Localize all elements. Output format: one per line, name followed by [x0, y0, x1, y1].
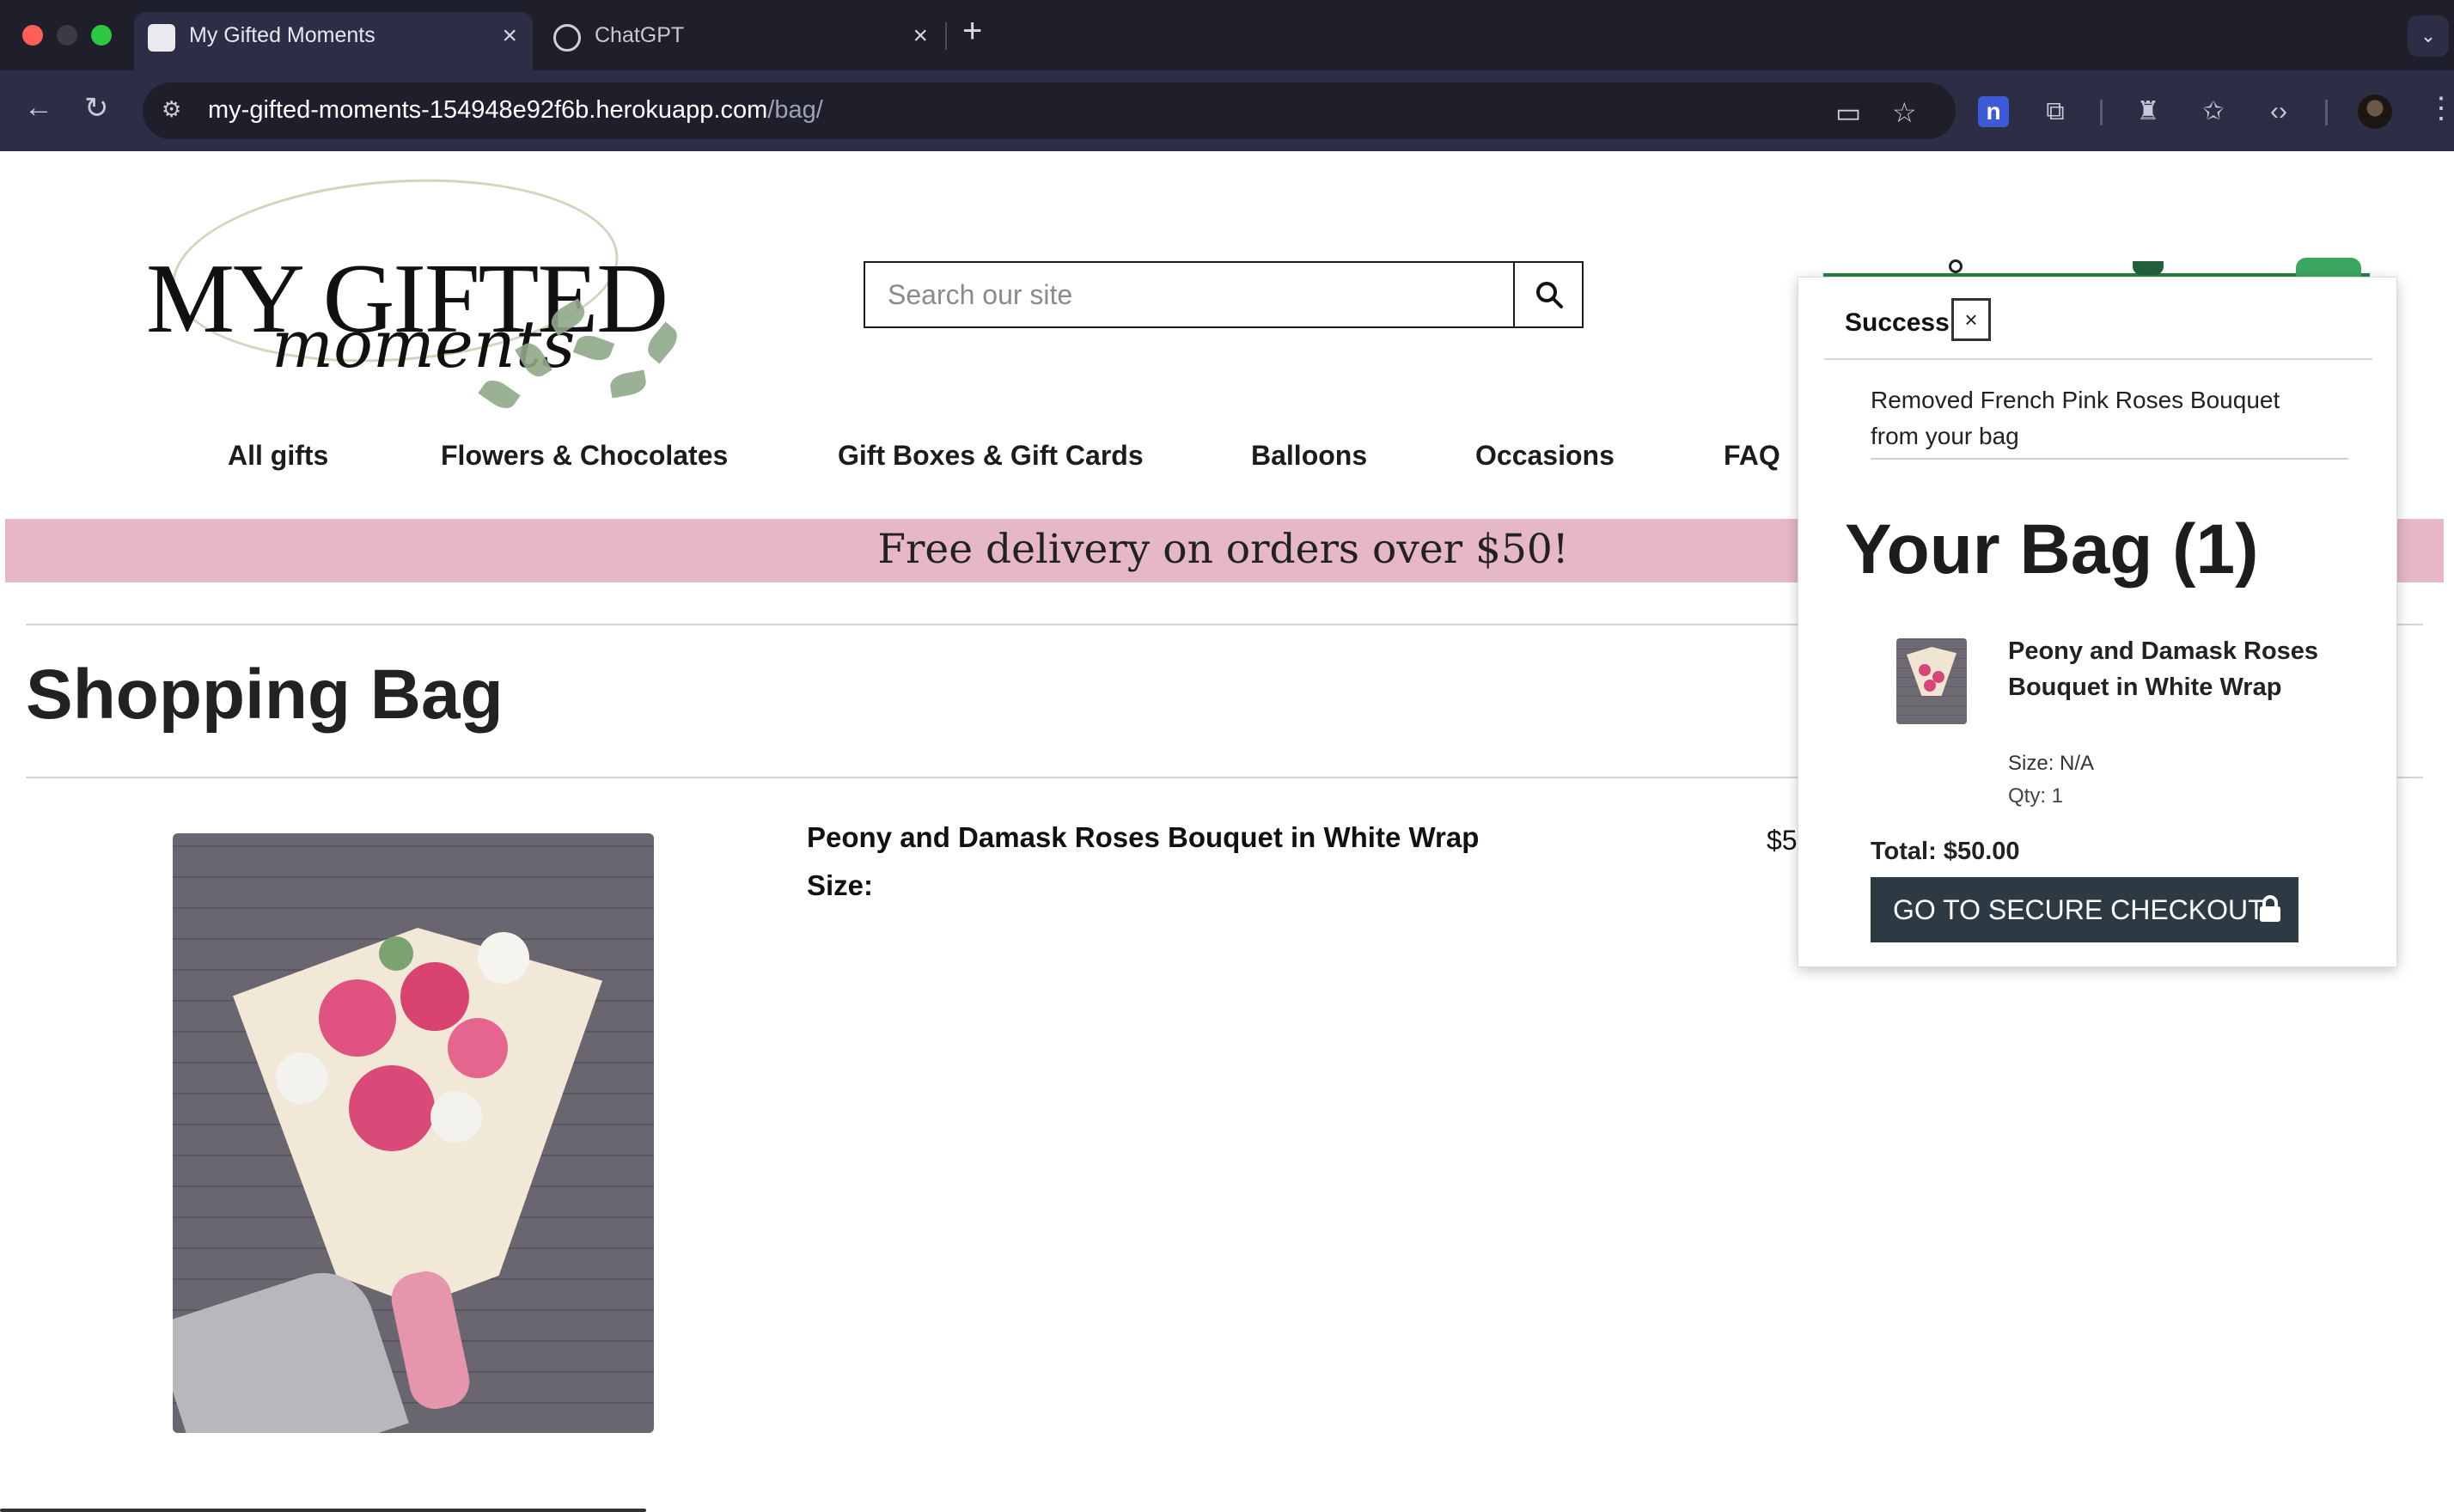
bouquet-flower — [448, 1018, 508, 1078]
bag-icon[interactable] — [2133, 261, 2164, 275]
site-favicon-icon — [148, 24, 175, 52]
header-bag-tab — [2296, 258, 2361, 278]
toast-divider — [1824, 358, 2372, 360]
toast-item-name: Peony and Damask Roses Bouquet in White … — [2008, 637, 2319, 701]
toast-divider — [1871, 458, 2348, 460]
page-title: Shopping Bag — [26, 655, 504, 734]
bouquet-flower — [400, 962, 469, 1031]
search-input[interactable] — [865, 263, 1515, 326]
reload-icon[interactable]: ↻ — [84, 91, 109, 125]
toast-close-button[interactable]: × — [1951, 298, 1991, 341]
account-icon[interactable] — [1949, 259, 1963, 273]
tab-close-icon[interactable]: × — [502, 21, 517, 51]
bouquet-leaf — [379, 936, 413, 971]
tab-title: ChatGPT — [595, 23, 685, 47]
toast-item-qty: Qty: 1 — [2008, 784, 2064, 808]
success-toast: Success! × Removed French Pink Roses Bou… — [1798, 277, 2397, 967]
main-nav: All gifts Flowers & Chocolates Gift Boxe… — [0, 440, 1804, 491]
search-icon — [1536, 282, 1563, 308]
toast-title: Success! — [1845, 308, 1958, 337]
profile-avatar[interactable] — [2358, 94, 2392, 129]
site-logo[interactable]: MY GIFTED moments — [146, 165, 696, 426]
bouquet-flower — [430, 1091, 482, 1143]
nav-occasions[interactable]: Occasions — [1475, 440, 1615, 472]
site-info-icon[interactable]: ⚙ — [162, 96, 187, 122]
page-content: MY GIFTED moments All gifts Flowers & Ch… — [0, 151, 2454, 1512]
lock-icon — [2257, 894, 2283, 930]
toolbar-separator — [2100, 100, 2103, 125]
tab-chatgpt[interactable]: ChatGPT × — [540, 12, 943, 70]
bag-item-name[interactable]: Peony and Damask Roses Bouquet in White … — [807, 821, 1479, 854]
secure-checkout-button[interactable]: GO TO SECURE CHECKOUT — [1871, 877, 2298, 942]
tab-title: My Gifted Moments — [189, 23, 375, 47]
window-close-button[interactable] — [22, 25, 43, 46]
nav-balloons[interactable]: Balloons — [1251, 440, 1367, 472]
back-icon[interactable]: ← — [24, 91, 53, 125]
nav-faq[interactable]: FAQ — [1724, 440, 1780, 472]
card-icon[interactable]: ▭ — [1835, 96, 1861, 129]
window-zoom-button[interactable] — [91, 25, 112, 46]
incognito-icon[interactable]: ♜ — [2133, 96, 2164, 127]
new-tab-button[interactable]: + — [962, 12, 982, 51]
url-text[interactable]: my-gifted-moments-154948e92f6b.herokuapp… — [208, 96, 823, 125]
address-bar[interactable]: ⚙ my-gifted-moments-154948e92f6b.herokua… — [143, 82, 1956, 139]
checkout-label: GO TO SECURE CHECKOUT — [1893, 894, 2265, 925]
toast-total: Total: $50.00 — [1871, 838, 2020, 865]
window-minimize-button[interactable] — [57, 25, 77, 46]
chatgpt-favicon-icon — [553, 24, 581, 52]
thumb-flower — [1919, 664, 1931, 676]
tab-close-icon[interactable]: × — [913, 21, 928, 51]
tab-separator — [945, 22, 947, 50]
toast-message: Removed French Pink Roses Bouquet from y… — [1871, 387, 2280, 449]
menu-kebab-icon[interactable]: ⋮ — [2427, 91, 2454, 125]
nav-flowers-chocolates[interactable]: Flowers & Chocolates — [441, 440, 728, 472]
bookmark-star-icon[interactable]: ☆ — [1892, 96, 1917, 129]
tab-my-gifted-moments[interactable]: My Gifted Moments × — [134, 12, 533, 70]
toast-bag-title: Your Bag (1) — [1845, 510, 2259, 588]
toolbar-separator — [2325, 100, 2328, 125]
bouquet-flower — [319, 979, 396, 1057]
puzzle-icon[interactable]: ⧉ — [2040, 96, 2071, 127]
code-icon[interactable]: ‹› — [2263, 96, 2294, 127]
star-icon[interactable]: ✩ — [2198, 96, 2229, 127]
extension-n-icon[interactable]: n — [1978, 96, 2009, 127]
browser-toolbar: ← ↻ ⚙ my-gifted-moments-154948e92f6b.her… — [0, 70, 2454, 151]
thumb-flower — [1924, 680, 1936, 692]
logo-leaf-icon — [608, 369, 648, 399]
site-search — [864, 261, 1584, 328]
bouquet-flower — [478, 932, 529, 984]
search-button[interactable] — [1513, 263, 1582, 326]
product-image[interactable] — [173, 833, 654, 1433]
page-bottom-bar — [0, 1509, 646, 1512]
bouquet-flower — [276, 1052, 327, 1104]
toast-item-thumbnail — [1896, 638, 1967, 724]
bouquet-flower — [349, 1065, 435, 1151]
tab-search-chevron-icon[interactable]: ⌄ — [2408, 15, 2449, 57]
toast-item-size: Size: N/A — [2008, 752, 2095, 775]
nav-gift-boxes[interactable]: Gift Boxes & Gift Cards — [838, 440, 1144, 472]
browser-tab-bar: My Gifted Moments × ChatGPT × + ⌄ — [0, 0, 2454, 70]
bag-item-size: Size: — [807, 869, 874, 901]
nav-all-gifts[interactable]: All gifts — [228, 440, 328, 472]
